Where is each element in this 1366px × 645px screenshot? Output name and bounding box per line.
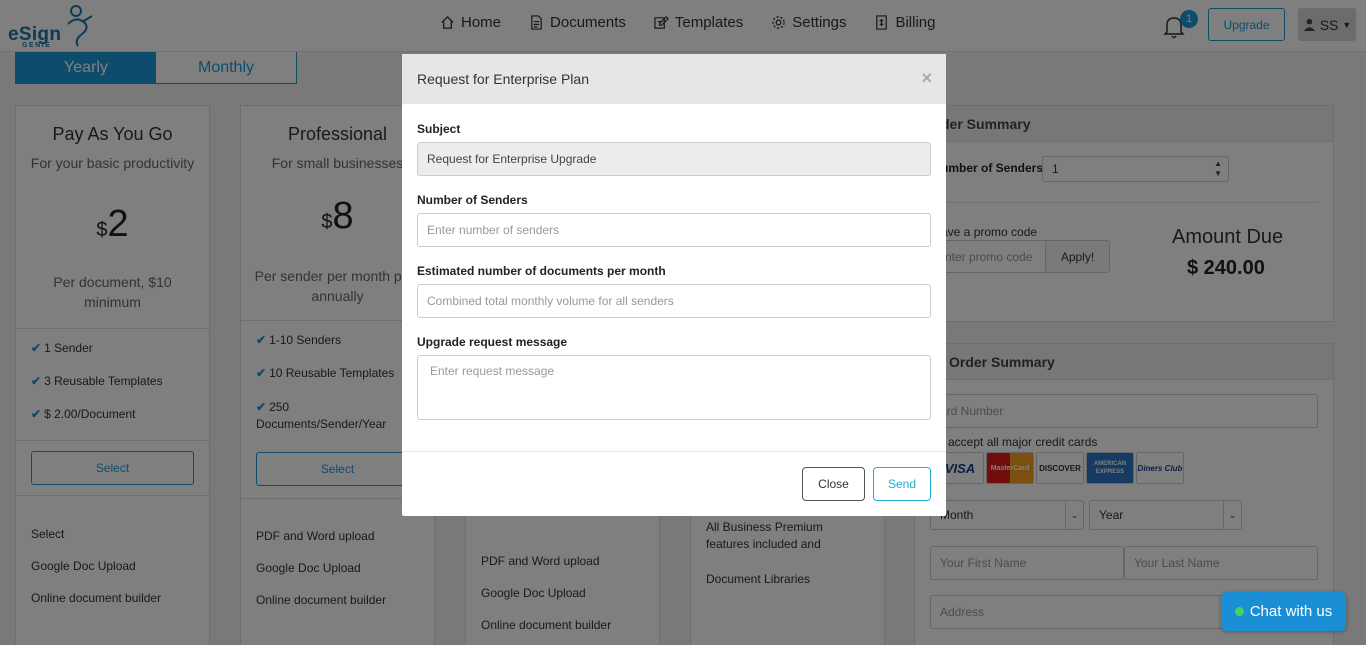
close-button[interactable]: Close xyxy=(802,467,865,501)
send-button[interactable]: Send xyxy=(873,467,931,501)
close-icon[interactable]: × xyxy=(921,68,932,89)
modal-title: Request for Enterprise Plan xyxy=(417,71,589,87)
subject-field[interactable]: Request for Enterprise Upgrade xyxy=(417,142,931,176)
chat-with-us-button[interactable]: Chat with us xyxy=(1221,592,1346,631)
enterprise-request-modal: Request for Enterprise Plan × Subject Re… xyxy=(402,54,946,516)
docs-per-month-input[interactable]: Combined total monthly volume for all se… xyxy=(417,284,931,318)
senders-count-label: Number of Senders xyxy=(417,193,528,207)
online-status-icon xyxy=(1234,607,1244,616)
request-message-label: Upgrade request message xyxy=(417,335,568,349)
request-message-textarea[interactable]: Enter request message xyxy=(417,355,931,420)
modal-header: Request for Enterprise Plan × xyxy=(402,54,946,104)
chat-label: Chat with us xyxy=(1249,603,1333,620)
subject-label: Subject xyxy=(417,122,461,136)
senders-count-input[interactable]: Enter number of senders xyxy=(417,213,931,247)
modal-footer-divider xyxy=(402,451,946,452)
docs-per-month-label: Estimated number of documents per month xyxy=(417,264,666,278)
